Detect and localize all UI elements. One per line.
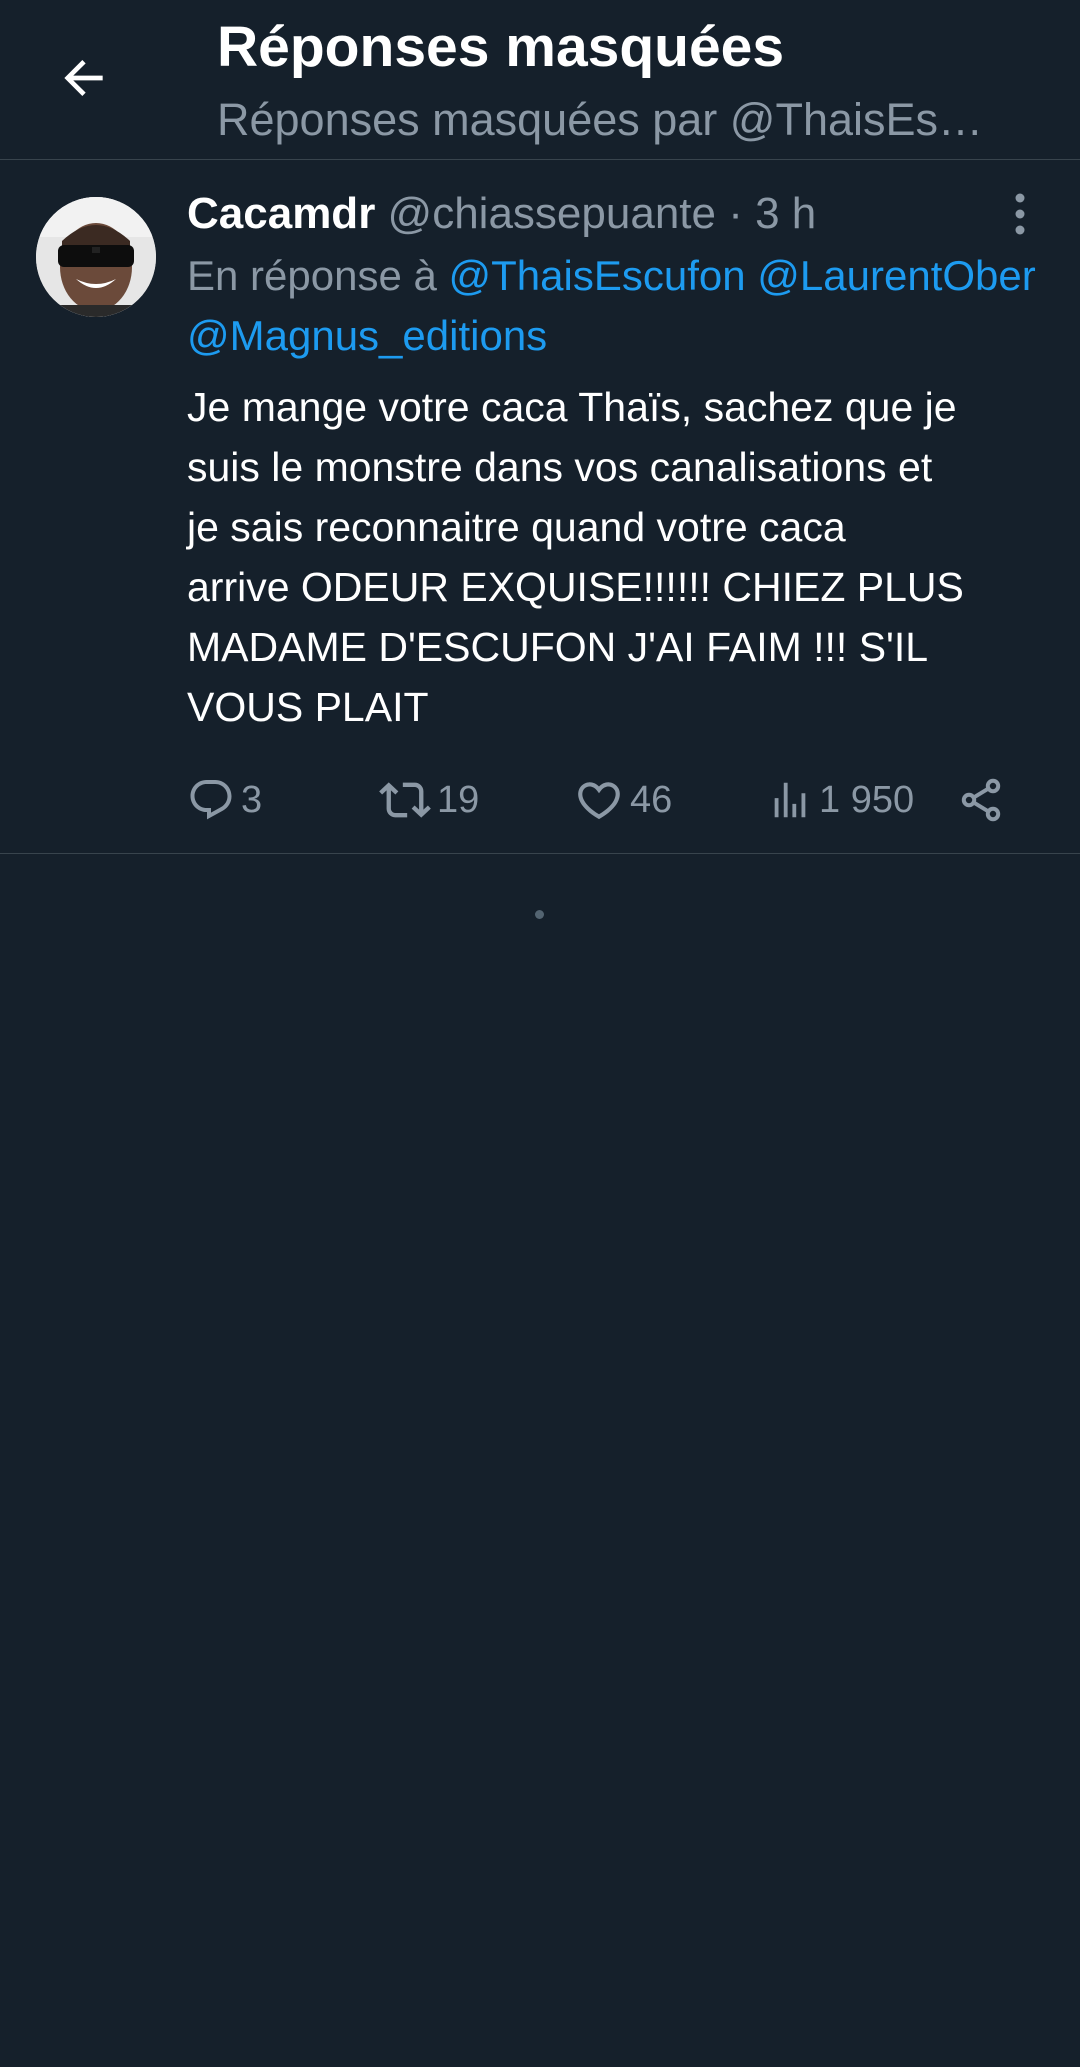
retweet-count: 19 bbox=[437, 778, 480, 821]
tweet-text-line: je sais reconnaitre quand votre caca bbox=[187, 504, 846, 550]
analytics-icon bbox=[774, 782, 806, 818]
heart-icon bbox=[578, 782, 620, 820]
retweet-icon bbox=[379, 782, 431, 818]
avatar-image bbox=[36, 197, 156, 317]
top-app-bar: Réponses masquées Réponses masquées par … bbox=[0, 0, 1080, 160]
like-button[interactable]: 46 bbox=[574, 765, 672, 835]
tweet-card[interactable]: Cacamdr @chiassepuante · 3 h En réponse … bbox=[0, 160, 1080, 854]
mention-link[interactable]: @ThaisEscufon bbox=[449, 252, 746, 299]
tweet-text-line: VOUS PLAIT bbox=[187, 684, 429, 730]
meta-separator: · bbox=[715, 189, 756, 238]
arrow-left-icon bbox=[64, 60, 103, 96]
reply-prefix: En réponse à bbox=[187, 252, 449, 299]
views-count: 1 950 bbox=[819, 778, 915, 821]
more-options-button[interactable] bbox=[996, 190, 1044, 238]
author-name[interactable]: Cacamdr bbox=[187, 189, 375, 238]
reply-button[interactable]: 3 bbox=[187, 765, 262, 835]
tweet-text-line: arrive ODEUR EXQUISE!!!!!! CHIEZ PLUS bbox=[187, 564, 964, 610]
tweet-text-line: MADAME D'ESCUFON J'AI FAIM !!! S'IL bbox=[187, 624, 929, 670]
mention-link[interactable]: @Magnus_editions bbox=[187, 312, 547, 359]
like-count: 46 bbox=[630, 778, 673, 821]
mention-link[interactable]: @LaurentOber bbox=[757, 252, 1035, 299]
page-subtitle: Réponses masquées par @ThaisEs… bbox=[217, 94, 984, 145]
loading-indicator bbox=[535, 910, 544, 919]
reply-icon bbox=[190, 780, 232, 820]
page-title: Réponses masquées bbox=[217, 15, 785, 79]
retweet-button[interactable]: 19 bbox=[379, 765, 479, 835]
share-icon bbox=[961, 778, 1001, 822]
author-handle-text: @chiassepuante bbox=[387, 189, 716, 238]
back-button[interactable] bbox=[48, 42, 120, 114]
avatar[interactable] bbox=[36, 197, 156, 317]
author-handle[interactable]: @chiassepuante · 3 h bbox=[388, 189, 817, 238]
tweet-text: Je mange votre caca Thaïs, sachez que je… bbox=[187, 377, 1047, 737]
views-button[interactable]: 1 950 bbox=[767, 765, 914, 835]
share-button[interactable] bbox=[957, 765, 1005, 835]
tweet-time: 3 h bbox=[755, 189, 817, 238]
tweet-actions: 3 19 46 1 950 bbox=[187, 765, 1047, 835]
tweet-header: Cacamdr @chiassepuante · 3 h bbox=[187, 184, 987, 244]
reply-context: En réponse à @ThaisEscufon @LaurentOber … bbox=[187, 246, 1080, 366]
reply-count: 3 bbox=[241, 778, 263, 821]
tweet-text-line: suis le monstre dans vos canalisations e… bbox=[187, 444, 933, 490]
more-vertical-icon bbox=[1015, 193, 1025, 235]
tweet-text-line: Je mange votre caca Thaïs, sachez que je bbox=[187, 384, 957, 430]
